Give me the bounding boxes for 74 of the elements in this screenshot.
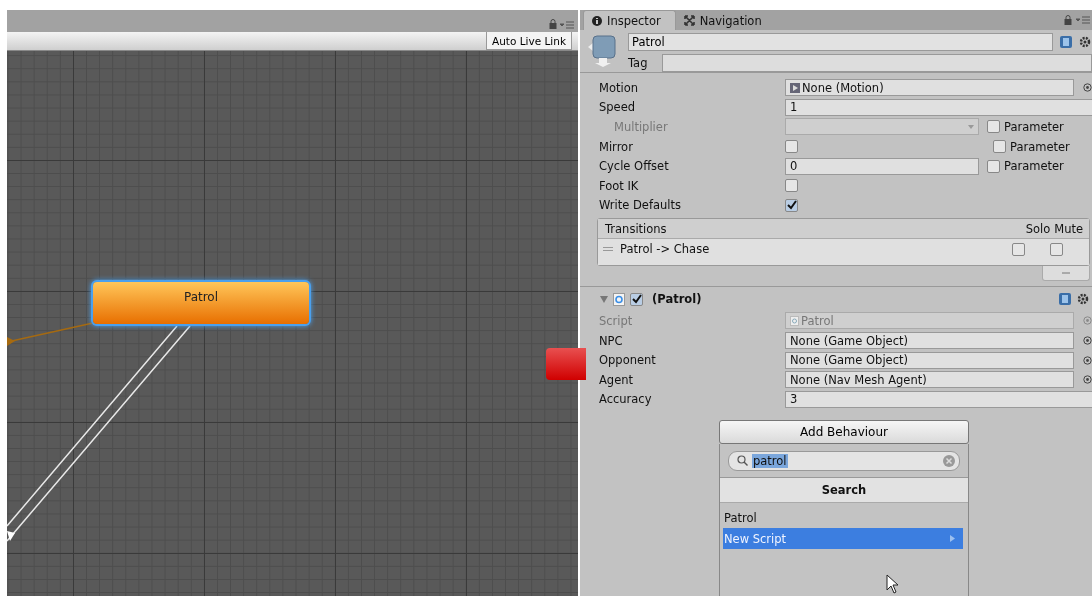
checkbox[interactable] — [785, 179, 798, 193]
motion-clip-icon — [790, 82, 800, 93]
number-field[interactable]: 0 — [785, 157, 979, 175]
property-label: Write Defaults — [599, 198, 683, 213]
remove-button[interactable] — [1042, 266, 1090, 282]
object-picker-icon[interactable] — [1083, 83, 1092, 93]
lock-icon[interactable] — [1064, 15, 1072, 25]
property-label: Motion — [599, 80, 639, 95]
state-node[interactable]: Patrol — [93, 282, 309, 324]
property-label: Foot IK — [599, 178, 640, 193]
solo-checkbox[interactable] — [1012, 242, 1025, 256]
tag-field[interactable] — [662, 54, 1092, 72]
menu-icon[interactable] — [1076, 16, 1090, 24]
parameter-label: Parameter — [1010, 139, 1070, 154]
clear-icon[interactable] — [943, 454, 955, 467]
property-label: Agent — [599, 372, 635, 387]
property-label: Multiplier — [613, 120, 669, 134]
state-icon — [588, 33, 618, 67]
script-icon — [790, 315, 799, 326]
minus-icon — [1062, 272, 1070, 275]
property-label: NPC — [599, 333, 624, 348]
name-field[interactable]: Patrol — [628, 33, 1053, 51]
checkbox[interactable] — [987, 159, 1000, 173]
transition-arrow[interactable] — [7, 322, 94, 346]
number-field[interactable]: 1 — [785, 98, 1092, 116]
panel-tab[interactable]: Navigation — [675, 11, 776, 30]
transition-arrow[interactable] — [7, 325, 191, 542]
checkbox[interactable] — [993, 140, 1006, 154]
drag-handle-icon[interactable] — [603, 247, 613, 252]
mute-checkbox[interactable] — [1050, 242, 1063, 256]
settings-icon[interactable] — [1077, 292, 1090, 306]
property-label: Opponent — [599, 353, 657, 368]
dropdown-field[interactable] — [785, 118, 979, 136]
script-icon — [613, 292, 625, 306]
help-book-icon[interactable] — [1059, 35, 1073, 49]
tag-label: Tag — [628, 56, 649, 70]
state-node[interactable] — [546, 348, 586, 380]
pointer-cursor-icon — [886, 574, 899, 595]
property-label: Script — [599, 313, 634, 328]
property-label: Accuracy — [599, 392, 653, 407]
search-field[interactable]: patrol — [728, 450, 960, 471]
crossed-arrows-icon — [683, 15, 695, 26]
list-header: Transitions — [605, 221, 668, 236]
menu-item[interactable]: Patrol — [723, 507, 963, 529]
enabled-checkbox[interactable] — [630, 292, 643, 306]
number-field[interactable]: 3 — [785, 390, 1092, 408]
menu-icon[interactable] — [560, 21, 574, 29]
checkbox[interactable] — [785, 198, 798, 212]
foldout-arrow-icon[interactable] — [600, 295, 608, 303]
object-field[interactable]: None (Game Object) — [785, 332, 1074, 350]
search-icon — [737, 455, 748, 467]
lock-icon[interactable] — [549, 19, 557, 29]
component-title: (Patrol) — [652, 292, 702, 307]
auto-live-link-button[interactable]: Auto Live Link — [486, 32, 572, 50]
column-header: Solo — [1025, 221, 1051, 236]
column-header: Mute — [1054, 221, 1083, 236]
caret-icon — [968, 125, 974, 129]
parameter-label: Parameter — [1004, 159, 1064, 174]
property-label: Speed — [599, 100, 637, 115]
info-icon — [592, 15, 602, 26]
menu-item[interactable]: New Script — [723, 528, 963, 550]
property-label: Cycle Offset — [599, 159, 670, 174]
menu-header: Search — [720, 478, 968, 504]
object-field[interactable]: None (Game Object) — [785, 351, 1074, 369]
add-behaviour-button[interactable]: Add Behaviour — [719, 420, 969, 445]
settings-icon[interactable] — [1079, 35, 1092, 49]
checkbox[interactable] — [785, 140, 798, 154]
submenu-arrow-icon — [950, 535, 955, 543]
object-field[interactable]: None (Motion) — [785, 79, 1074, 97]
parameter-label: Parameter — [1004, 120, 1064, 134]
property-label: Mirror — [599, 139, 634, 154]
help-book-icon[interactable] — [1058, 292, 1072, 307]
object-field[interactable]: None (Nav Mesh Agent) — [785, 371, 1074, 389]
panel-tab[interactable]: Inspector — [583, 10, 676, 30]
